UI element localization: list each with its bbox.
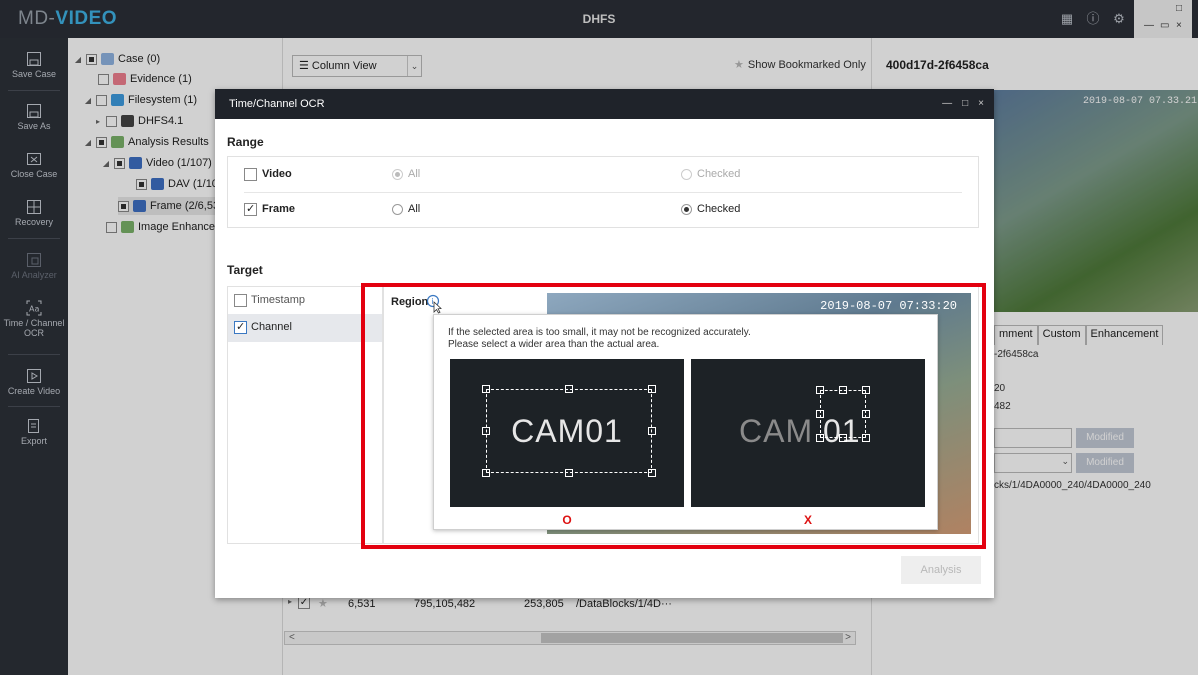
target-item-timestamp[interactable]: Timestamp (228, 287, 382, 315)
target-item-channel[interactable]: Channel (228, 314, 382, 342)
close-icon[interactable]: × (978, 89, 984, 119)
frame-checked-radio[interactable] (681, 204, 692, 215)
range-row-frame: Frame All Checked (228, 192, 980, 228)
frame-checkbox[interactable] (244, 202, 257, 216)
range-heading: Range (227, 135, 264, 149)
frame-all-radio[interactable] (392, 204, 403, 215)
dialog-header: Time/Channel OCR — □ × (215, 89, 994, 119)
analysis-button[interactable]: Analysis (901, 556, 981, 584)
maximize-icon[interactable]: □ (962, 89, 968, 119)
target-list: Timestamp Channel (227, 286, 383, 544)
video-all-radio[interactable] (392, 169, 403, 180)
highlight-box (361, 283, 986, 549)
range-row-video: Video All Checked (228, 157, 980, 193)
target-heading: Target (227, 263, 263, 277)
video-checked-radio[interactable] (681, 169, 692, 180)
minimize-icon[interactable]: — (942, 89, 952, 119)
channel-checkbox[interactable] (234, 320, 247, 334)
video-checkbox[interactable] (244, 168, 257, 181)
range-box: Video All Checked Frame All Checked (227, 156, 979, 228)
timestamp-checkbox[interactable] (234, 294, 247, 307)
